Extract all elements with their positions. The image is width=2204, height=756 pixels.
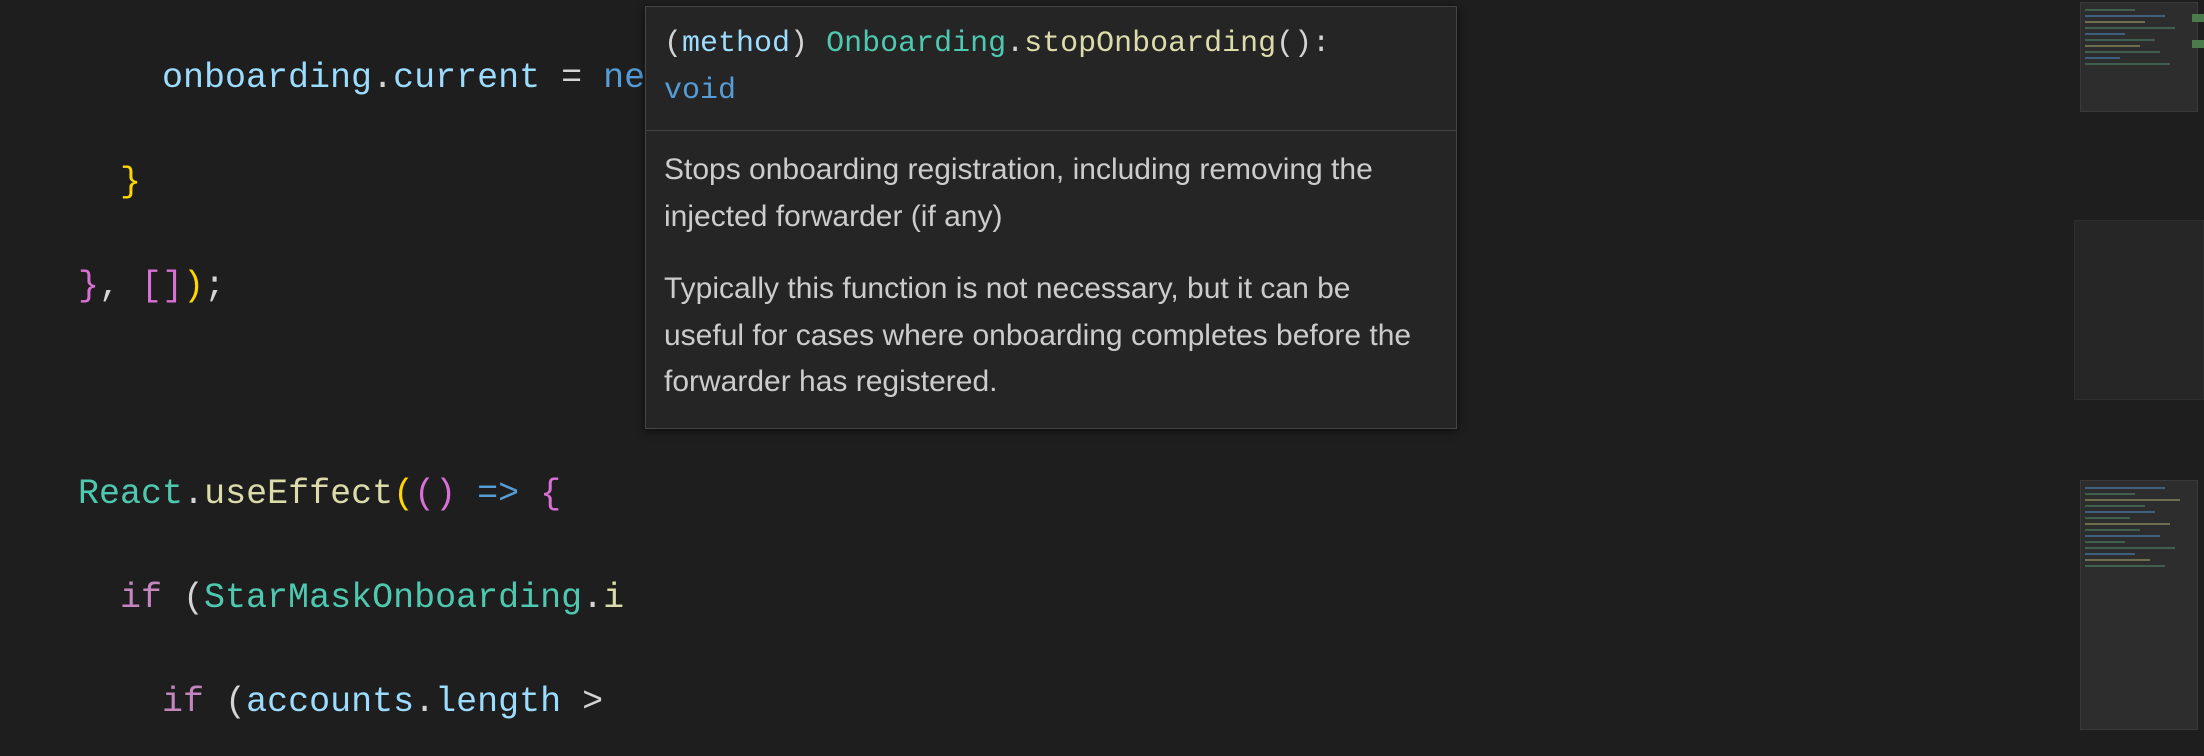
sig-method-name: stopOnboarding [1024, 27, 1276, 61]
minimap-viewport[interactable] [2074, 220, 2204, 400]
dot-token: . [183, 474, 204, 514]
property-token: length [435, 682, 561, 722]
arrow-token: => [456, 474, 540, 514]
function-token: useEffect [204, 474, 393, 514]
sig-class: Onboarding [826, 27, 1006, 61]
bracket-token: ] [162, 266, 183, 306]
sig-colon: : [1312, 27, 1330, 61]
sig-close: ) [790, 27, 826, 61]
sig-dot: . [1006, 27, 1024, 61]
brace-token: { [540, 474, 561, 514]
sig-parens: () [1276, 27, 1312, 61]
hover-signature: (method) Onboarding.stopOnboarding(): vo… [646, 7, 1456, 131]
code-line[interactable]: React.useEffect(() => { [36, 468, 2204, 520]
operator-token: > [561, 682, 624, 722]
semi-token: ; [204, 266, 225, 306]
member-token: i [603, 578, 624, 618]
comma-token: , [99, 266, 141, 306]
hover-tooltip[interactable]: (method) Onboarding.stopOnboarding(): vo… [645, 6, 1457, 429]
code-line[interactable]: if (StarMaskOnboarding.i [36, 572, 2204, 624]
variable-token: onboarding [162, 58, 372, 98]
dot-token: . [414, 682, 435, 722]
sig-return-type: void [664, 74, 736, 108]
minimap[interactable] [2074, 0, 2204, 756]
hover-doc-paragraph: Stops onboarding registration, including… [664, 147, 1438, 240]
brace-token: } [120, 162, 141, 202]
dot-token: . [372, 58, 393, 98]
class-token: StarMaskOnboarding [204, 578, 582, 618]
operator-token: = [540, 58, 603, 98]
paren-token: ( [414, 474, 435, 514]
paren-token: ( [162, 578, 204, 618]
class-token: React [78, 474, 183, 514]
minimap-block [2080, 480, 2198, 730]
paren-token: ) [183, 266, 204, 306]
minimap-change-marker [2192, 40, 2204, 48]
minimap-block [2080, 2, 2198, 112]
hover-doc-paragraph: Typically this function is not necessary… [664, 266, 1438, 406]
paren-token: ) [435, 474, 456, 514]
paren-token: ( [204, 682, 246, 722]
keyword-token: if [120, 578, 162, 618]
variable-token: accounts [246, 682, 414, 722]
sig-open: ( [664, 27, 682, 61]
property-token: current [393, 58, 540, 98]
minimap-change-marker [2192, 14, 2204, 22]
brace-token: } [78, 266, 99, 306]
paren-token: ( [393, 474, 414, 514]
keyword-token: if [162, 682, 204, 722]
code-line[interactable]: if (accounts.length > [36, 676, 2204, 728]
hover-documentation: Stops onboarding registration, including… [646, 131, 1456, 428]
bracket-token: [ [141, 266, 162, 306]
sig-method-kw: method [682, 27, 790, 61]
dot-token: . [582, 578, 603, 618]
